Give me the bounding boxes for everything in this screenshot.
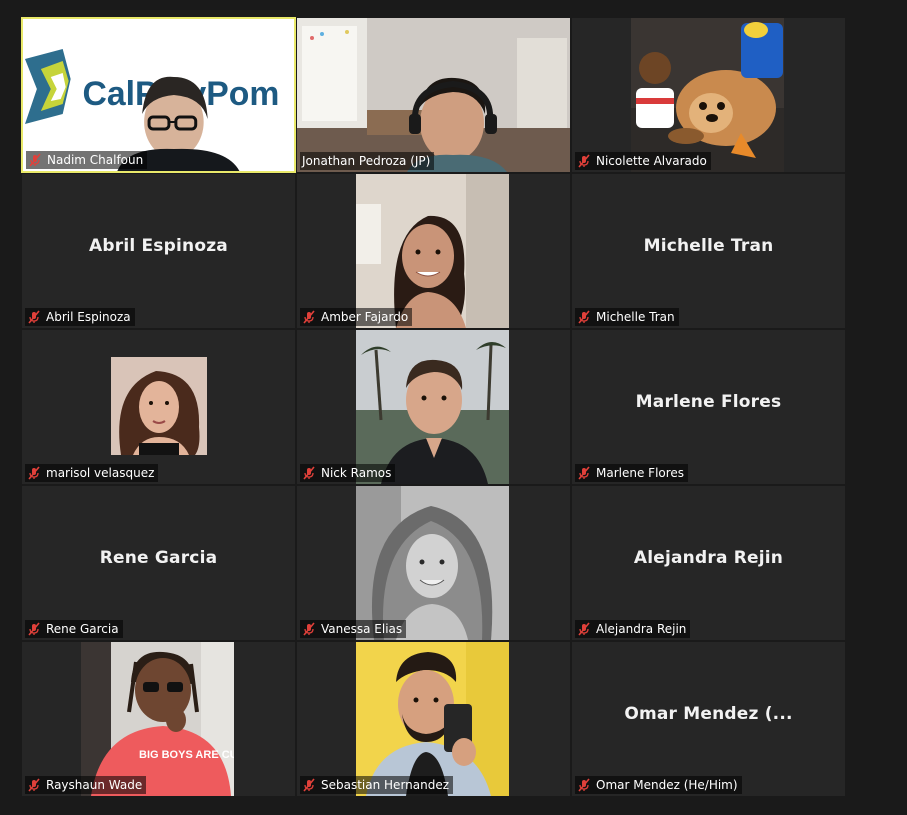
participant-name: Alejandra Rejin [596,622,687,636]
participant-center-name: Alejandra Rejin [633,548,784,568]
participant-tile-marisol-velasquez[interactable]: marisol velasquez [21,329,296,485]
mic-muted-icon [27,466,43,480]
participant-tile-omar-mendez[interactable]: Omar Mendez (... Omar Mendez (He/Him) [571,641,846,797]
participant-tile-michelle-tran[interactable]: Michelle Tran Michelle Tran [571,173,846,329]
video-feed [356,174,509,328]
participant-tile-vanessa-elias[interactable]: Vanessa Elias [296,485,571,641]
video-feed [356,642,509,796]
participant-name: Jonathan Pedroza (JP) [302,154,431,168]
mic-muted-icon [577,778,593,792]
participant-name-label: Marlene Flores [575,464,689,482]
mic-muted-icon [27,310,43,324]
mic-muted-icon [27,622,43,636]
mic-muted-icon [577,466,593,480]
participant-name-label: Rayshaun Wade [25,776,147,794]
participant-name-label: marisol velasquez [25,464,159,482]
participant-name: Marlene Flores [596,466,685,480]
video-feed: CalPolyPom [23,19,294,171]
participant-name-label: Abril Espinoza [25,308,135,326]
participant-name: Rayshaun Wade [46,778,143,792]
video-feed [631,18,784,172]
video-feed: BIG BOYS ARE CUTE [81,642,234,796]
video-feed [356,486,509,640]
participant-name: Sebastian Hernandez [321,778,450,792]
participant-name: Michelle Tran [596,310,675,324]
participant-center-name: Rene Garcia [99,548,218,568]
mic-muted-icon [577,310,593,324]
participant-name: Nick Ramos [321,466,392,480]
participant-name-label: Amber Fajardo [300,308,413,326]
participant-name-label: Sebastian Hernandez [300,776,454,794]
mic-muted-icon [27,778,43,792]
participant-tile-marlene-flores[interactable]: Marlene Flores Marlene Flores [571,329,846,485]
mic-muted-icon [302,778,318,792]
participant-name: Nicolette Alvarado [596,154,707,168]
participant-tile-abril-espinoza[interactable]: Abril Espinoza Abril Espinoza [21,173,296,329]
participant-tile-rene-garcia[interactable]: Rene Garcia Rene Garcia [21,485,296,641]
participant-name: Rene Garcia [46,622,119,636]
svg-text:BIG BOYS ARE CUTE: BIG BOYS ARE CUTE [139,749,234,761]
participant-name-label: Alejandra Rejin [575,620,691,638]
participant-tile-sebastian-hernandez[interactable]: Sebastian Hernandez [296,641,571,797]
participant-tile-jonathan-pedroza[interactable]: Jonathan Pedroza (JP) [296,17,571,173]
participant-name: Vanessa Elias [321,622,403,636]
participant-center-name: Omar Mendez (... [624,704,793,724]
participant-name-label: Nadim Chalfoun [26,151,148,169]
participant-name-label: Nicolette Alvarado [575,152,711,170]
participant-name: Abril Espinoza [46,310,131,324]
participant-tile-amber-fajardo[interactable]: Amber Fajardo [296,173,571,329]
participant-tile-nicolette-alvarado[interactable]: Nicolette Alvarado [571,17,846,173]
participant-tile-rayshaun-wade[interactable]: BIG BOYS ARE CUTE Rayshaun Wade [21,641,296,797]
participant-tile-nick-ramos[interactable]: Nick Ramos [296,329,571,485]
participant-name-label: Michelle Tran [575,308,679,326]
participant-name: marisol velasquez [46,466,155,480]
video-feed [356,330,509,484]
profile-picture [111,357,207,455]
mic-muted-icon [28,153,44,167]
video-feed [297,18,570,172]
participant-name-label: Rene Garcia [25,620,123,638]
mic-muted-icon [302,466,318,480]
mic-muted-icon [302,622,318,636]
participant-tile-nadim-chalfoun[interactable]: CalPolyPom Nadim Chalfoun [21,17,296,173]
participant-name-label: Vanessa Elias [300,620,407,638]
mic-muted-icon [577,154,593,168]
participant-name: Amber Fajardo [321,310,409,324]
participant-center-name: Marlene Flores [635,392,782,412]
participant-name: Nadim Chalfoun [47,153,144,167]
participant-name: Omar Mendez (He/Him) [596,778,738,792]
participant-name-label: Nick Ramos [300,464,396,482]
mic-muted-icon [302,310,318,324]
participant-tile-alejandra-rejin[interactable]: Alejandra Rejin Alejandra Rejin [571,485,846,641]
gallery-view: CalPolyPom Nadim Chalfoun [21,17,846,798]
participant-name-label: Jonathan Pedroza (JP) [300,152,435,170]
participant-center-name: Abril Espinoza [89,236,228,256]
participant-name-label: Omar Mendez (He/Him) [575,776,742,794]
participant-center-name: Michelle Tran [643,236,774,256]
mic-muted-icon [577,622,593,636]
